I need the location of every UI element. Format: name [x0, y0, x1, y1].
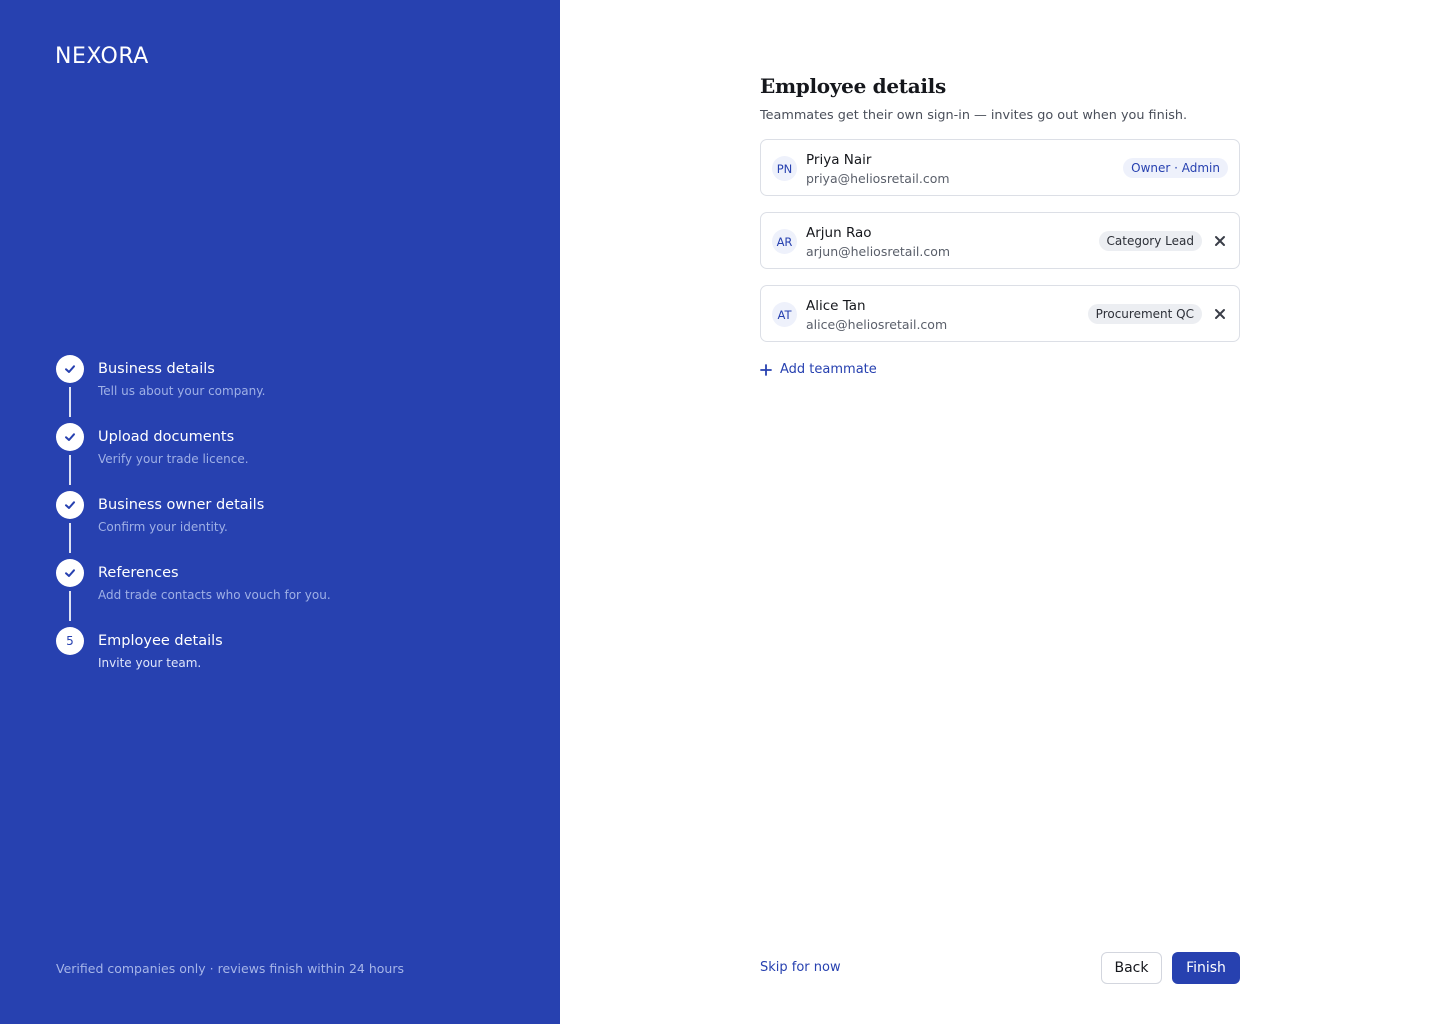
step-number-indicator: 5: [56, 627, 84, 655]
close-icon[interactable]: [1213, 234, 1227, 248]
step-subtitle: Add trade contacts who vouch for you.: [98, 588, 331, 602]
step-title: Business owner details: [98, 497, 265, 513]
teammate-email: priya@heliosretail.com: [806, 171, 950, 186]
step-subtitle: Tell us about your company.: [98, 384, 266, 398]
role-badge[interactable]: Procurement QC: [1087, 304, 1202, 324]
teammate-card: AR Arjun Rao arjun@heliosretail.com Cate…: [760, 212, 1240, 269]
teammate-card: AT Alice Tan alice@heliosretail.com Proc…: [760, 285, 1240, 342]
step-subtitle: Confirm your identity.: [98, 520, 228, 534]
plus-icon: [760, 363, 772, 376]
step-complete-indicator: [56, 355, 84, 383]
step-complete-indicator: [56, 559, 84, 587]
step-title: Business details: [98, 361, 215, 377]
step-complete-indicator: [56, 423, 84, 451]
employee-details-form: Employee details Teammates get their own…: [760, 74, 1240, 377]
check-icon: [65, 569, 75, 577]
stepper: Business details Tell us about your comp…: [56, 355, 516, 695]
step-upload-documents[interactable]: Upload documents Verify your trade licen…: [56, 423, 516, 491]
avatar: AT: [772, 302, 797, 327]
role-badge: Owner · Admin: [1123, 158, 1228, 178]
teammate-card: PN Priya Nair priya@heliosretail.com Own…: [760, 139, 1240, 196]
step-number: 5: [66, 634, 74, 648]
step-connector: [69, 387, 71, 417]
finish-button[interactable]: Finish: [1172, 952, 1240, 984]
teammate-name: Arjun Rao: [806, 225, 872, 241]
page-title: Employee details: [760, 74, 946, 98]
step-title: References: [98, 565, 179, 581]
step-employee-details: 5 Employee details Invite your team.: [56, 627, 516, 695]
close-icon[interactable]: [1213, 307, 1227, 321]
add-teammate-label: Add teammate: [780, 362, 877, 377]
check-icon: [65, 365, 75, 373]
avatar: AR: [772, 229, 797, 254]
step-business-owner-details[interactable]: Business owner details Confirm your iden…: [56, 491, 516, 559]
step-subtitle: Verify your trade licence.: [98, 452, 249, 466]
check-icon: [65, 501, 75, 509]
teammate-email: alice@heliosretail.com: [806, 317, 948, 332]
add-teammate-button[interactable]: Add teammate: [760, 362, 877, 377]
brand-logo: NEXORA: [55, 44, 149, 69]
step-subtitle: Invite your team.: [98, 656, 202, 670]
teammate-name: Priya Nair: [806, 152, 872, 168]
teammate-name: Alice Tan: [806, 298, 866, 314]
role-badge[interactable]: Category Lead: [1098, 231, 1202, 251]
verification-note: Verified companies only · reviews finish…: [56, 961, 404, 976]
step-title: Upload documents: [98, 429, 235, 445]
teammate-list: PN Priya Nair priya@heliosretail.com Own…: [760, 139, 1240, 342]
step-business-details[interactable]: Business details Tell us about your comp…: [56, 355, 516, 423]
step-connector: [69, 523, 71, 553]
skip-link[interactable]: Skip for now: [760, 960, 841, 975]
page-description: Teammates get their own sign-in — invite…: [760, 108, 1188, 123]
step-connector: [69, 591, 71, 621]
step-title: Employee details: [98, 633, 223, 649]
teammate-email: arjun@heliosretail.com: [806, 244, 951, 259]
step-references[interactable]: References Add trade contacts who vouch …: [56, 559, 516, 627]
check-icon: [65, 433, 75, 441]
onboarding-sidebar: NEXORA Business details Tell us about yo…: [0, 0, 560, 1024]
step-complete-indicator: [56, 491, 84, 519]
back-button[interactable]: Back: [1101, 952, 1162, 984]
step-connector: [69, 455, 71, 485]
avatar: PN: [772, 156, 797, 181]
